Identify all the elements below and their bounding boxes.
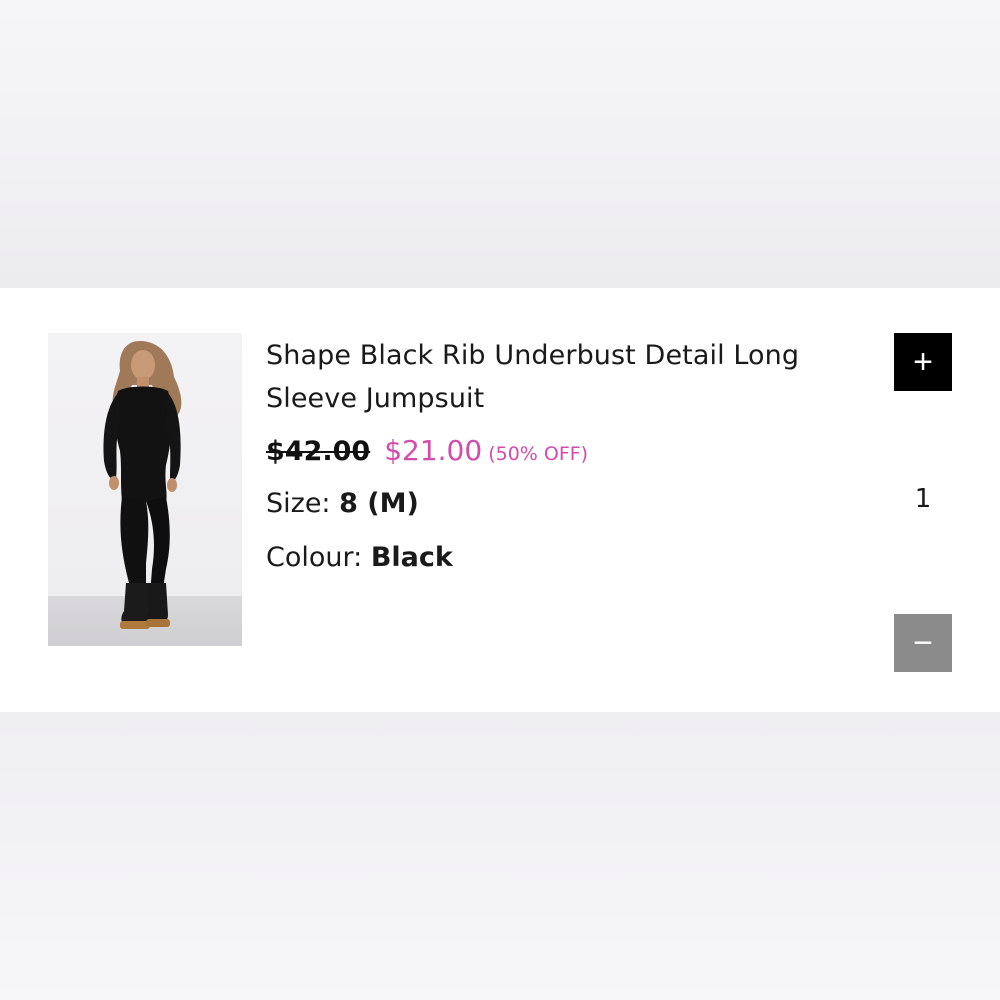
increase-quantity-button[interactable]: +	[894, 333, 952, 391]
colour-row: Colour: Black	[266, 531, 826, 585]
minus-icon: −	[913, 624, 933, 662]
size-row: Size: 8 (M)	[266, 477, 826, 531]
colour-value: Black	[370, 542, 453, 573]
quantity-value: 1	[914, 484, 932, 514]
product-title-line-1[interactable]: Shape Black Rib Underbust Detail Long	[266, 340, 799, 371]
discount-label: (50% OFF)	[488, 443, 589, 465]
product-title[interactable]: Shape Black Rib Underbust Detail Long Sl…	[266, 334, 826, 420]
product-photo-illustration	[103, 341, 182, 629]
background-top	[0, 0, 1000, 288]
size-value: 8 (M)	[339, 488, 419, 519]
product-details: Shape Black Rib Underbust Detail Long Sl…	[266, 334, 826, 585]
cart-item: Shape Black Rib Underbust Detail Long Sl…	[0, 288, 1000, 712]
decrease-quantity-button[interactable]: −	[894, 614, 952, 672]
original-price: $42.00	[266, 436, 371, 467]
sale-price: $21.00	[384, 434, 483, 467]
colour-label: Colour:	[266, 542, 363, 573]
plus-icon: +	[913, 343, 933, 381]
product-image[interactable]	[48, 333, 242, 646]
background-bottom	[0, 712, 1000, 1000]
price-row: $42.00 $21.00 (50% OFF)	[266, 434, 826, 467]
size-label: Size:	[266, 488, 331, 519]
product-title-line-2[interactable]: Sleeve Jumpsuit	[266, 383, 484, 414]
